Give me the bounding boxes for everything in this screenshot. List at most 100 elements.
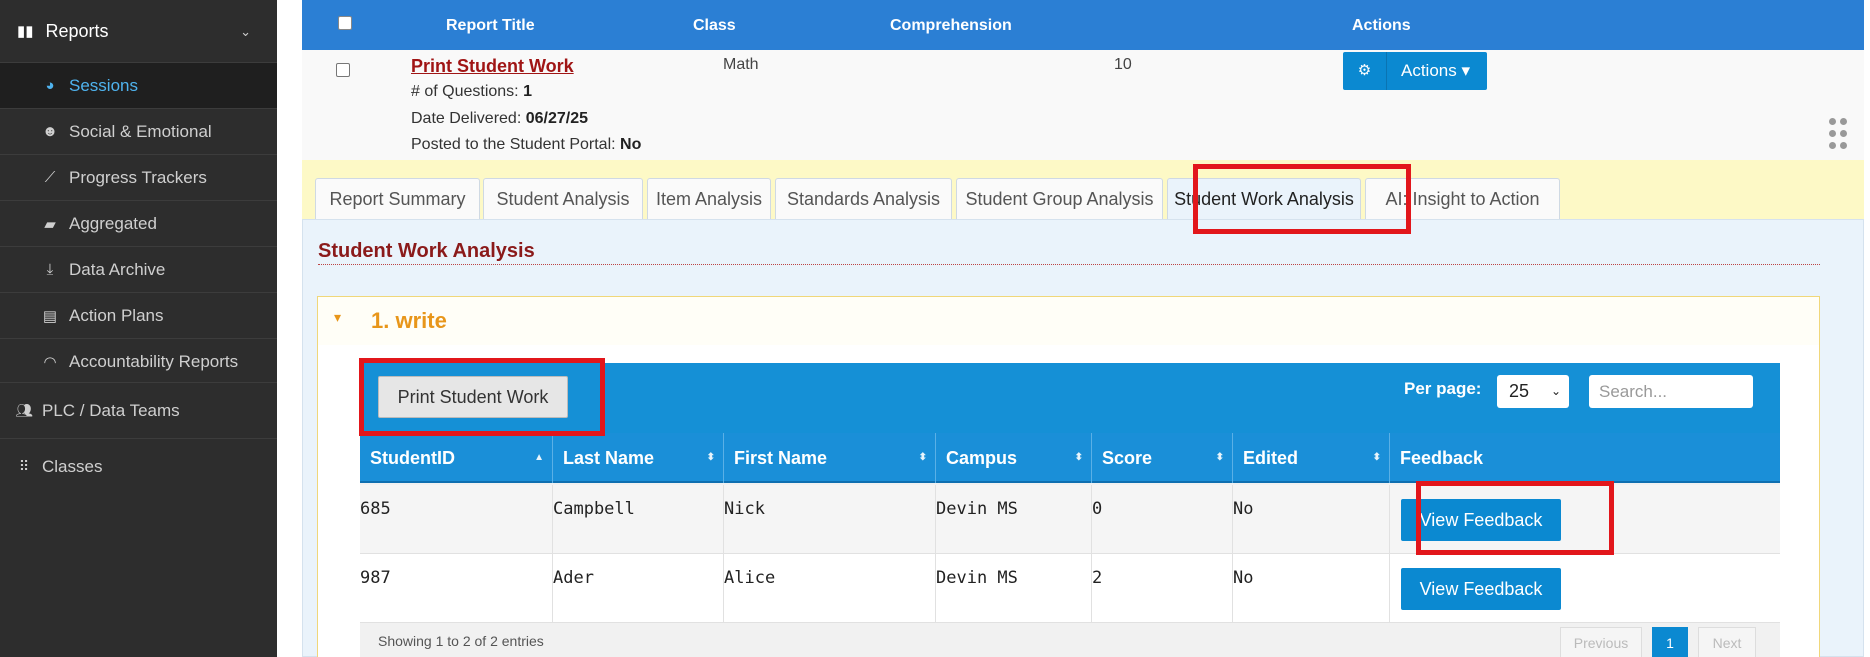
actions-dropdown-button[interactable]: ⚙ Actions ▾ xyxy=(1343,52,1487,90)
column-label: Score xyxy=(1102,448,1153,468)
drag-handle-icon[interactable] xyxy=(1827,118,1849,150)
sidebar-item-accountability-reports[interactable]: ◠ Accountability Reports xyxy=(0,338,277,384)
report-title-link[interactable]: Print Student Work xyxy=(411,56,574,77)
column-header-edited[interactable]: Edited ⬍ xyxy=(1233,433,1390,483)
clipboard-icon: ▤ xyxy=(42,307,58,325)
download-icon: ⤓ xyxy=(46,261,54,278)
column-header-feedback: Feedback xyxy=(1390,433,1780,483)
cell-value: Devin MS xyxy=(936,568,1018,588)
cell-value: No xyxy=(1233,499,1254,519)
student-work-analysis-panel: Student Work Analysis ▾ 1. write Print S… xyxy=(302,219,1864,657)
sort-icon: ⬍ xyxy=(706,452,715,463)
users-icon: 👥︎ xyxy=(15,402,33,418)
sort-icon: ⬍ xyxy=(1372,452,1381,463)
cell-campus: Devin MS xyxy=(936,485,1092,554)
sort-icon: ⬍ xyxy=(1074,452,1083,463)
cell-score: 0 xyxy=(1092,485,1233,554)
sort-icon: ⬍ xyxy=(1215,452,1224,463)
print-student-work-button[interactable]: Print Student Work xyxy=(378,376,568,418)
chevron-down-icon: ⌄ xyxy=(240,24,251,39)
nav-reports[interactable]: ▮▮ Reports ⌄ xyxy=(0,0,277,62)
pagination-page-1[interactable]: 1 xyxy=(1652,627,1688,657)
nav-classes[interactable]: ⠿ Classes xyxy=(0,438,277,494)
search-input[interactable]: Search... xyxy=(1589,375,1753,408)
pagination-previous[interactable]: Previous xyxy=(1560,627,1642,657)
tab-student-analysis[interactable]: Student Analysis xyxy=(483,178,643,219)
table-row: 987 Ader Alice Devin MS 2 No View Feedba… xyxy=(360,554,1780,623)
report-class: Math xyxy=(723,56,759,73)
sidebar-item-label: Data Archive xyxy=(69,259,166,279)
report-table-header: Report Title Class Comprehension Actions xyxy=(302,0,1864,50)
sidebar-item-data-archive[interactable]: ⤓ Data Archive xyxy=(0,246,277,292)
column-header-score[interactable]: Score ⬍ xyxy=(1092,433,1233,483)
sidebar-item-progress-trackers[interactable]: ⟋ Progress Trackers xyxy=(0,154,277,200)
tab-ai-insight-to-action[interactable]: AI: Insight to Action xyxy=(1365,178,1560,219)
sidebar-item-sessions[interactable]: ◕ Sessions xyxy=(0,62,277,108)
sidebar-item-action-plans[interactable]: ▤ Action Plans xyxy=(0,292,277,338)
cell-campus: Devin MS xyxy=(936,554,1092,623)
questions-value: 1 xyxy=(523,83,532,100)
cell-value: Campbell xyxy=(553,499,635,519)
cell-last-name: Ader xyxy=(553,554,724,623)
pagination-next[interactable]: Next xyxy=(1698,627,1756,657)
gear-icon: ⚙ xyxy=(1343,52,1387,90)
nav-plc-label: PLC / Data Teams xyxy=(42,400,180,420)
cell-last-name: Campbell xyxy=(553,485,724,554)
header-report-title: Report Title xyxy=(446,17,535,34)
grid-icon: ⠿ xyxy=(18,458,30,474)
sidebar: ▮▮ Reports ⌄ ◕ Sessions ☻ Social & Emoti… xyxy=(0,0,277,657)
column-label: First Name xyxy=(734,448,828,468)
cell-first-name: Alice xyxy=(724,554,936,623)
view-feedback-button[interactable]: View Feedback xyxy=(1401,568,1561,610)
column-label: Edited xyxy=(1243,448,1299,468)
posted-line: Posted to the Student Portal: No xyxy=(411,136,641,154)
sort-icon: ⬍ xyxy=(918,452,927,463)
nav-plc-data-teams[interactable]: 👥︎ PLC / Data Teams xyxy=(0,382,277,438)
tab-student-group-analysis[interactable]: Student Group Analysis xyxy=(956,178,1163,219)
briefcase-icon: ▰ xyxy=(44,215,56,233)
main-content: Report Title Class Comprehension Actions… xyxy=(277,0,1870,657)
sidebar-item-label: Action Plans xyxy=(69,305,164,325)
sidebar-item-social-emotional[interactable]: ☻ Social & Emotional xyxy=(0,108,277,154)
cell-value: Nick xyxy=(724,499,765,519)
sidebar-item-aggregated[interactable]: ▰ Aggregated xyxy=(0,200,277,246)
smiley-icon: ☻ xyxy=(42,123,58,140)
reports-subnav: ◕ Sessions ☻ Social & Emotional ⟋ Progre… xyxy=(0,62,277,384)
tab-standards-analysis[interactable]: Standards Analysis xyxy=(775,178,952,219)
tabs-bar: Report Summary Student Analysis Item Ana… xyxy=(302,160,1864,219)
sidebar-item-label: Progress Trackers xyxy=(69,167,207,187)
tab-student-work-analysis[interactable]: Student Work Analysis xyxy=(1167,178,1361,219)
column-header-last-name[interactable]: Last Name ⬍ xyxy=(553,433,724,483)
header-class: Class xyxy=(693,17,736,34)
report-row: Print Student Work # of Questions: 1 Dat… xyxy=(302,50,1864,160)
column-label: Feedback xyxy=(1400,448,1484,468)
sidebar-item-label: Sessions xyxy=(69,75,138,95)
accordion-header[interactable]: ▾ 1. write xyxy=(318,297,1819,345)
divider xyxy=(318,264,1820,265)
cell-value: 987 xyxy=(360,568,391,588)
pie-chart-icon: ◕ xyxy=(45,77,55,94)
posted-label: Posted to the Student Portal: xyxy=(411,136,621,153)
cell-value: 0 xyxy=(1092,499,1103,519)
posted-value: No xyxy=(620,136,642,153)
column-header-campus[interactable]: Campus ⬍ xyxy=(936,433,1092,483)
select-all-checkbox[interactable] xyxy=(338,16,352,30)
delivered-value: 06/27/25 xyxy=(525,110,588,127)
per-page-label: Per page: xyxy=(1404,379,1482,398)
tab-item-analysis[interactable]: Item Analysis xyxy=(647,178,771,219)
per-page-select[interactable]: 25 ⌄ xyxy=(1497,375,1569,408)
cell-first-name: Nick xyxy=(724,485,936,554)
cell-value: Ader xyxy=(553,568,594,588)
view-feedback-button[interactable]: View Feedback xyxy=(1401,499,1561,541)
sidebar-item-label: Social & Emotional xyxy=(69,121,212,141)
column-header-first-name[interactable]: First Name ⬍ xyxy=(724,433,936,483)
column-header-studentid[interactable]: StudentID ▲ xyxy=(360,433,553,483)
cell-value: 685 xyxy=(360,499,391,519)
row-checkbox[interactable] xyxy=(336,63,350,77)
student-work-table: Print Student Work Per page: 25 ⌄ Search… xyxy=(360,363,1780,657)
column-label: Last Name xyxy=(563,448,655,468)
tab-report-summary[interactable]: Report Summary xyxy=(315,178,480,219)
delivered-label: Date Delivered: xyxy=(411,110,526,127)
report-comprehension: 10 xyxy=(1114,56,1132,73)
cell-value: Devin MS xyxy=(936,499,1018,519)
